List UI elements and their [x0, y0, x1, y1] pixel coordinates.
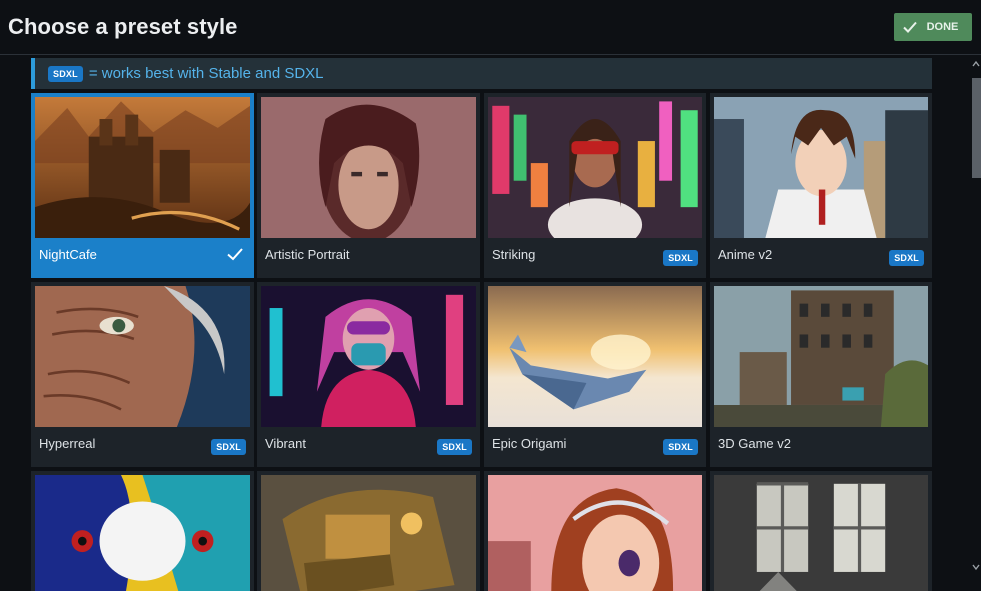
style-thumbnail	[35, 286, 250, 427]
style-thumbnail	[35, 97, 250, 238]
style-thumbnail	[35, 475, 250, 591]
style-thumbnail	[488, 97, 702, 238]
style-card-hyperreal[interactable]: Hyperreal SDXL	[31, 282, 254, 467]
style-thumbnail	[261, 475, 476, 591]
style-label: Hyperreal	[39, 436, 96, 451]
scrollbar-thumb[interactable]	[972, 78, 981, 178]
style-card-striking[interactable]: Striking SDXL	[484, 93, 706, 278]
style-card[interactable]	[257, 471, 480, 591]
style-thumbnail	[714, 475, 928, 591]
style-thumbnail	[488, 286, 702, 427]
check-icon	[227, 248, 243, 261]
style-thumbnail	[714, 97, 928, 238]
style-card-artistic-portrait[interactable]: Artistic Portrait	[257, 93, 480, 278]
style-label: Epic Origami	[492, 436, 567, 451]
style-card-epic-origami[interactable]: Epic Origami SDXL	[484, 282, 706, 467]
scrollbar[interactable]	[971, 58, 981, 581]
style-label: Anime v2	[718, 247, 773, 262]
style-card[interactable]	[31, 471, 254, 591]
style-thumbnail	[261, 97, 476, 238]
style-thumbnail	[488, 475, 702, 591]
style-label: Striking	[492, 247, 536, 262]
style-label: 3D Game v2	[718, 436, 791, 451]
style-label: Artistic Portrait	[265, 247, 350, 262]
chevron-up-icon[interactable]	[972, 60, 980, 68]
style-label: Vibrant	[265, 436, 306, 451]
style-thumbnail	[714, 286, 928, 427]
sdxl-badge: SDXL	[211, 439, 246, 455]
chevron-down-icon[interactable]	[972, 563, 980, 571]
style-thumbnail	[261, 286, 476, 427]
style-grid: NightCafe Artistic Portrait Striking SDX…	[0, 0, 981, 591]
sdxl-badge: SDXL	[663, 250, 698, 266]
sdxl-badge: SDXL	[437, 439, 472, 455]
style-card-nightcafe[interactable]: NightCafe	[31, 93, 254, 278]
style-card[interactable]	[484, 471, 706, 591]
sdxl-badge: SDXL	[889, 250, 924, 266]
style-card-vibrant[interactable]: Vibrant SDXL	[257, 282, 480, 467]
style-label: NightCafe	[39, 247, 97, 262]
style-card[interactable]	[710, 471, 932, 591]
style-card-3d-game-v2[interactable]: 3D Game v2	[710, 282, 932, 467]
style-card-anime-v2[interactable]: Anime v2 SDXL	[710, 93, 932, 278]
sdxl-badge: SDXL	[663, 439, 698, 455]
